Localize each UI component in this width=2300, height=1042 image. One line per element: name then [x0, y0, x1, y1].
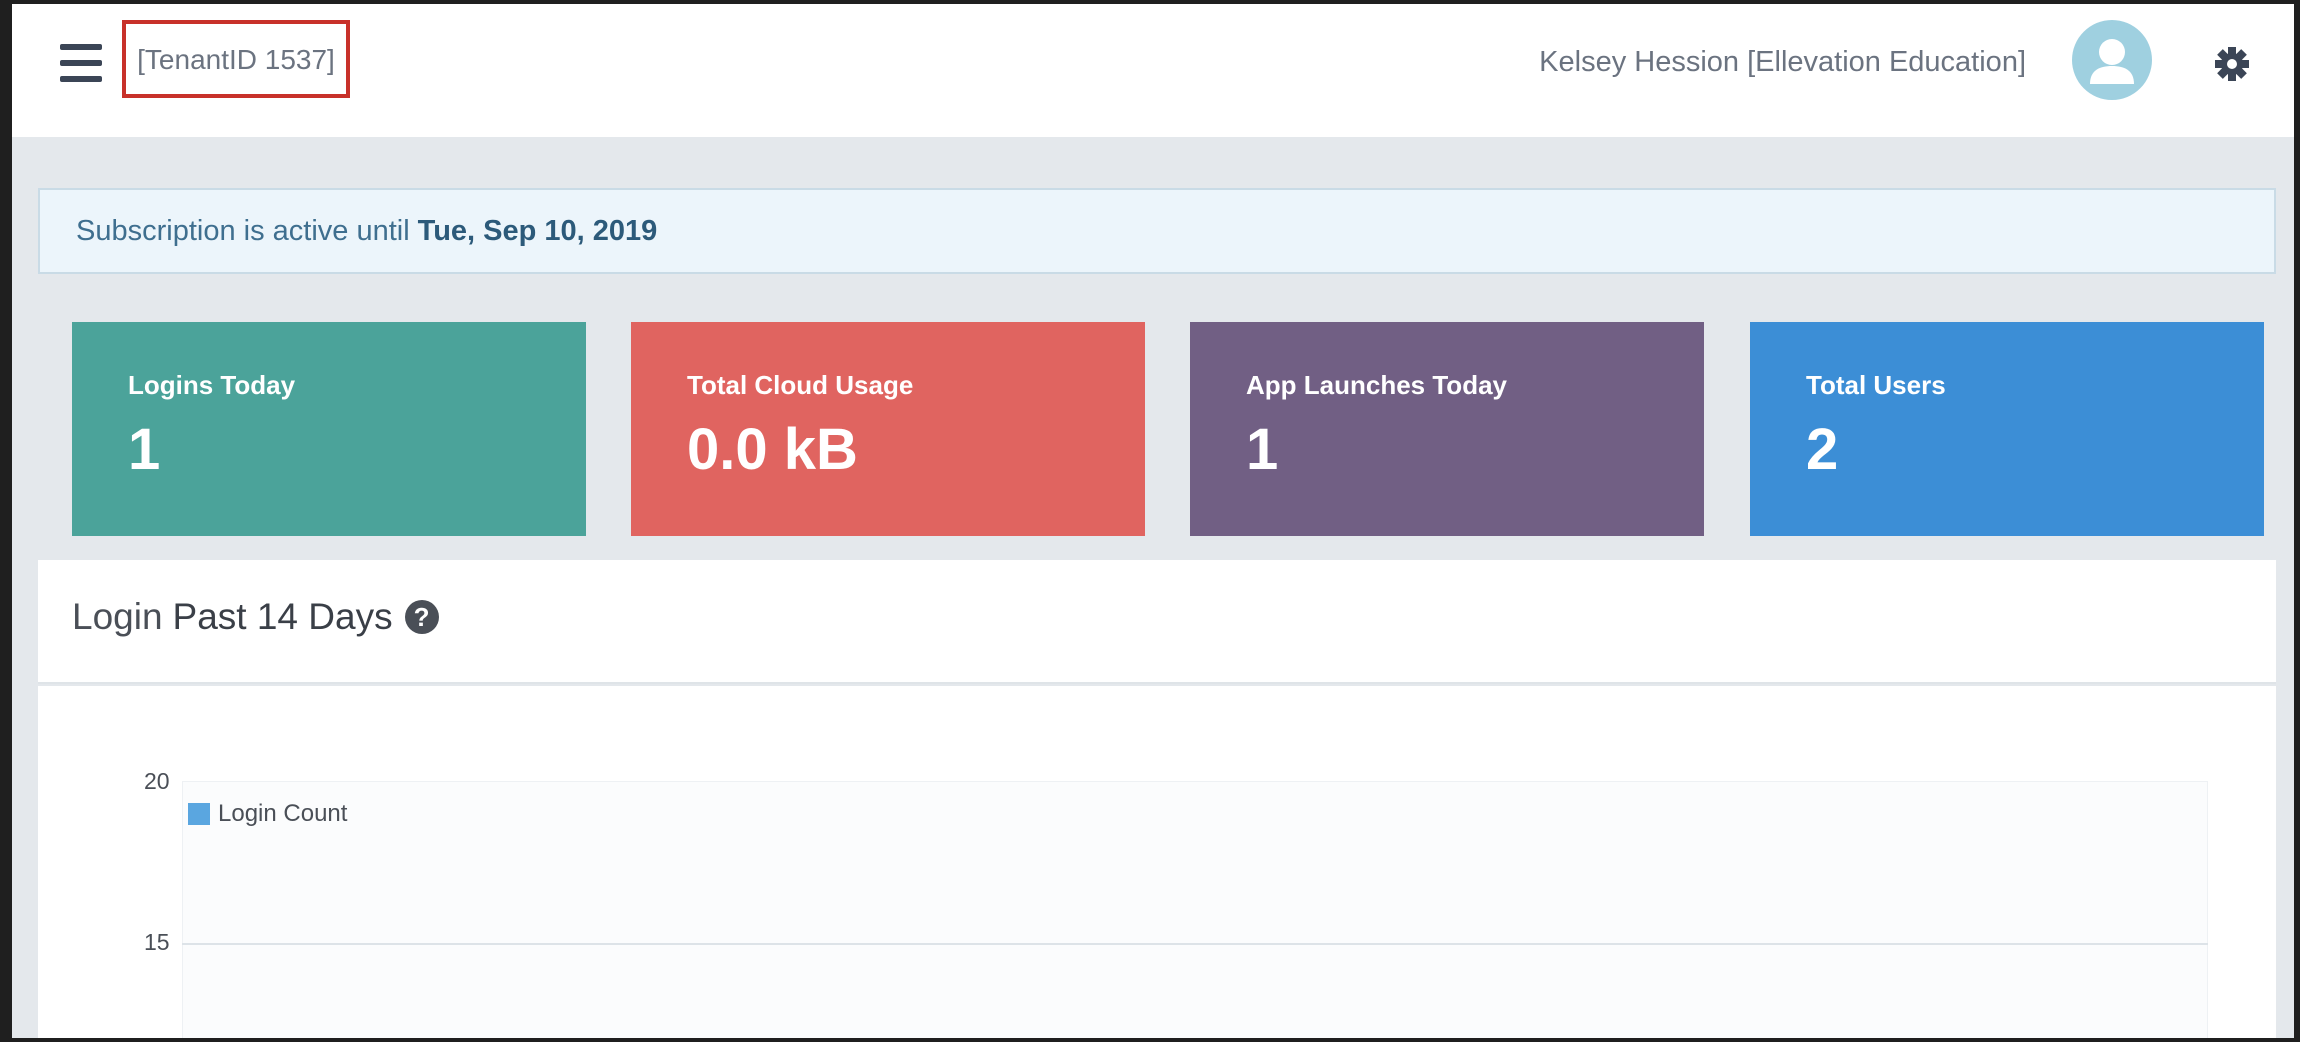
stat-value: 1	[1246, 417, 1279, 482]
stat-label: Logins Today	[128, 370, 296, 400]
stat-card-app-launches-today: App Launches Today 1	[1190, 322, 1704, 536]
stat-label: App Launches Today	[1246, 370, 1507, 400]
stat-card-logins-today: Logins Today 1	[72, 322, 586, 536]
subscription-banner: Subscription is active until Tue, Sep 10…	[38, 188, 2276, 274]
subscription-date: Tue, Sep 10, 2019	[417, 214, 658, 247]
subscription-prefix: Subscription is active until	[76, 214, 410, 247]
gear-icon[interactable]	[2212, 44, 2252, 84]
app-frame: [TenantID 1537] Kelsey Hession [Ellevati…	[12, 4, 2294, 1038]
stat-card-total-users: Total Users 2	[1750, 322, 2264, 536]
chart-gridline	[182, 943, 2208, 945]
stat-card-total-cloud-usage: Total Cloud Usage 0.0 kB	[631, 322, 1145, 536]
stat-value: 1	[128, 417, 161, 482]
stat-label: Total Cloud Usage	[687, 370, 914, 400]
user-name-label[interactable]: Kelsey Hession [Ellevation Education]	[1539, 46, 2026, 79]
question-circle-icon[interactable]: ?	[404, 600, 439, 634]
y-tick-label: 15	[144, 929, 170, 955]
login-chart-panel-header: Login Past 14 Days ?	[38, 560, 2276, 684]
tenant-id-box: [TenantID 1537]	[122, 20, 350, 98]
chart-plot-area	[182, 781, 2208, 1038]
legend-label: Login Count	[218, 800, 348, 827]
panel-title: Login Past 14 Days ?	[72, 596, 439, 638]
panel-title-strong: Past 14 Days	[172, 596, 393, 637]
tenant-id-label: [TenantID 1537]	[137, 44, 335, 75]
stat-value: 0.0 kB	[687, 417, 858, 482]
legend-swatch	[188, 803, 210, 825]
panel-title-light: Login	[72, 596, 163, 637]
login-chart: 20 15 Login Count	[38, 686, 2276, 1038]
stat-label: Total Users	[1806, 370, 1946, 400]
hamburger-menu-icon[interactable]	[60, 44, 102, 82]
top-header: [TenantID 1537] Kelsey Hession [Ellevati…	[12, 4, 2294, 137]
chart-legend[interactable]: Login Count	[188, 800, 347, 828]
stat-value: 2	[1806, 417, 1839, 482]
user-avatar-icon[interactable]	[2072, 20, 2152, 100]
y-tick-label: 20	[144, 768, 170, 794]
